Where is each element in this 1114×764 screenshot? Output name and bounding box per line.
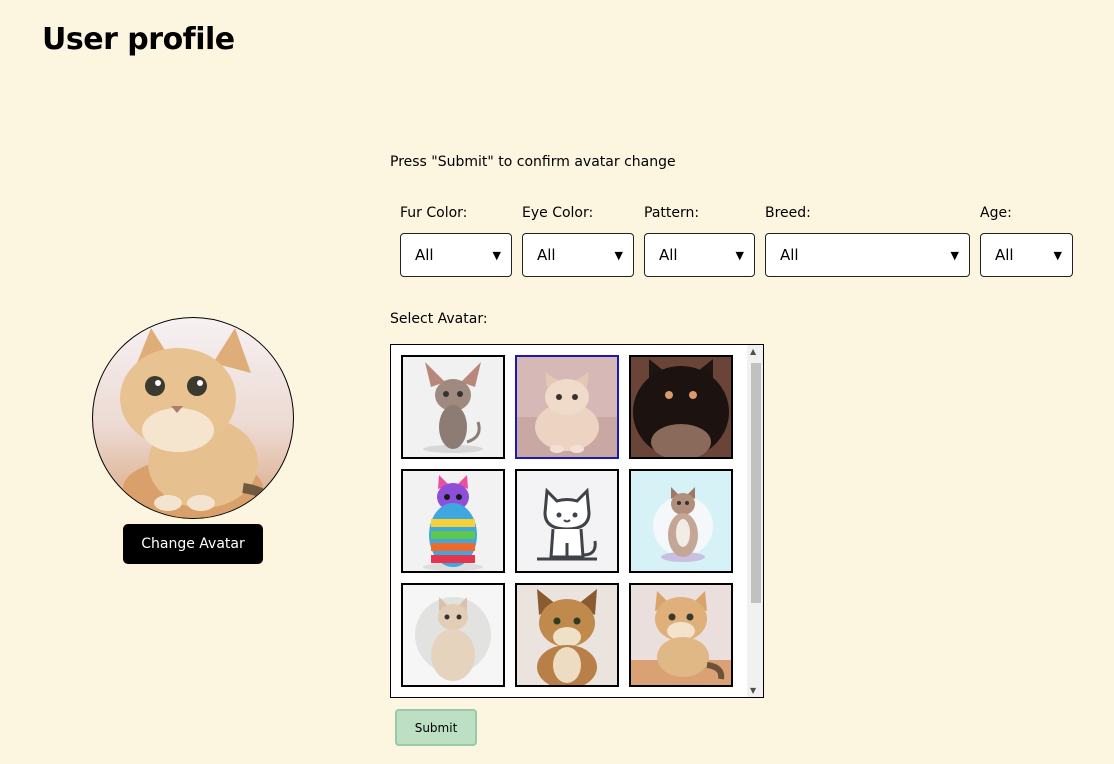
avatar-tile-tabby-cat-on-blue[interactable] bbox=[629, 469, 733, 573]
avatar-grid-scrollbar[interactable]: ▲ ▼ bbox=[747, 345, 763, 697]
filter-label: Eye Color: bbox=[522, 205, 594, 221]
filter-age: Age: All ▼ bbox=[980, 205, 1073, 277]
avatar-tile-sphynx-cat[interactable] bbox=[401, 355, 505, 459]
avatar-tile-desert-kitten[interactable] bbox=[629, 583, 733, 687]
avatar-grid: ▲ ▼ bbox=[390, 344, 764, 698]
avatar-tile-rainbow-cat[interactable] bbox=[401, 469, 505, 573]
chevron-down-icon: ▼ bbox=[1053, 248, 1062, 262]
avatar-tile-cartoon-line-cat[interactable] bbox=[515, 469, 619, 573]
select-value: All bbox=[659, 246, 678, 264]
cartoon-line-cat-image bbox=[517, 471, 617, 571]
avatar-tile-british-cream-cat[interactable] bbox=[515, 355, 619, 459]
chevron-down-icon: ▼ bbox=[950, 248, 959, 262]
fur-color-select[interactable]: All ▼ bbox=[400, 233, 512, 277]
current-avatar-image bbox=[120, 328, 276, 518]
age-select[interactable]: All ▼ bbox=[980, 233, 1073, 277]
change-avatar-button[interactable]: Change Avatar bbox=[123, 524, 263, 564]
chevron-down-icon: ▼ bbox=[735, 248, 744, 262]
instruction-text: Press "Submit" to confirm avatar change bbox=[390, 154, 676, 170]
desert-kitten-image bbox=[631, 585, 731, 685]
chevron-down-icon: ▼ bbox=[492, 248, 501, 262]
chevron-down-icon: ▼ bbox=[614, 248, 623, 262]
select-value: All bbox=[780, 246, 799, 264]
cream-cat-circle-image bbox=[403, 585, 503, 685]
avatar-tile-black-longhair-cat[interactable] bbox=[629, 355, 733, 459]
black-longhair-cat-image bbox=[631, 357, 731, 457]
filter-label: Age: bbox=[980, 205, 1012, 221]
scroll-up-arrow-icon[interactable]: ▲ bbox=[750, 347, 756, 356]
filter-label: Breed: bbox=[765, 205, 811, 221]
scroll-thumb[interactable] bbox=[751, 363, 761, 603]
page-title: User profile bbox=[42, 22, 235, 57]
filter-pattern: Pattern: All ▼ bbox=[644, 205, 755, 277]
scroll-down-arrow-icon[interactable]: ▼ bbox=[750, 686, 756, 695]
filter-label: Pattern: bbox=[644, 205, 700, 221]
filter-breed: Breed: All ▼ bbox=[765, 205, 970, 277]
filter-eye-color: Eye Color: All ▼ bbox=[522, 205, 634, 277]
avatar-tile-cream-cat-circle[interactable] bbox=[401, 583, 505, 687]
tabby-cat-on-blue-image bbox=[631, 471, 731, 571]
current-avatar bbox=[92, 317, 294, 519]
british-cream-cat-image bbox=[517, 357, 617, 457]
rainbow-cat-image bbox=[403, 471, 503, 571]
filter-label: Fur Color: bbox=[400, 205, 468, 221]
pattern-select[interactable]: All ▼ bbox=[644, 233, 755, 277]
eye-color-select[interactable]: All ▼ bbox=[522, 233, 634, 277]
avatar-tile-wild-cat[interactable] bbox=[515, 583, 619, 687]
select-value: All bbox=[995, 246, 1014, 264]
select-value: All bbox=[537, 246, 556, 264]
sphynx-cat-image bbox=[403, 357, 503, 457]
filter-fur-color: Fur Color: All ▼ bbox=[400, 205, 512, 277]
select-value: All bbox=[415, 246, 434, 264]
select-avatar-label: Select Avatar: bbox=[390, 311, 488, 327]
submit-button[interactable]: Submit bbox=[395, 709, 477, 746]
wild-cat-image bbox=[517, 585, 617, 685]
breed-select[interactable]: All ▼ bbox=[765, 233, 970, 277]
